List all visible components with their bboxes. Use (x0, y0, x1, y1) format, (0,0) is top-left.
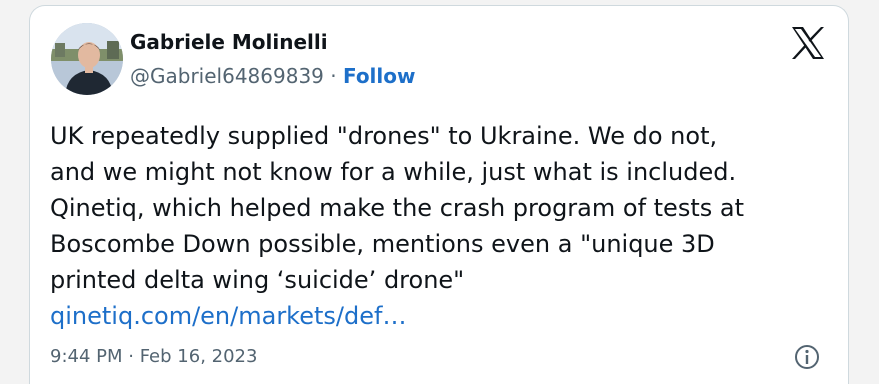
tweet-line: UK repeatedly supplied "drones" to Ukrai… (50, 122, 718, 150)
tweet-text: UK repeatedly supplied "drones" to Ukrai… (50, 118, 840, 334)
tweet-timestamp[interactable]: 9:44 PM · Feb 16, 2023 (50, 346, 257, 367)
separator-dot: · (330, 64, 337, 88)
follow-button[interactable]: Follow (343, 64, 416, 88)
author-name[interactable]: Gabriele Molinelli (130, 30, 328, 54)
x-logo-icon[interactable] (788, 23, 828, 63)
tweet-link[interactable]: qinetiq.com/en/markets/def… (50, 298, 840, 334)
tweet-line: printed delta wing ‘suicide’ drone" (50, 266, 465, 294)
tweet-line: and we might not know for a while, just … (50, 158, 737, 186)
avatar[interactable] (51, 23, 123, 95)
tweet-line: Qinetiq, which helped make the crash pro… (50, 194, 744, 222)
author-handle-row: @Gabriel64869839 · Follow (130, 64, 416, 88)
info-icon[interactable] (793, 343, 821, 371)
tweet-line: Boscombe Down possible, mentions even a … (50, 230, 715, 258)
avatar-photo (51, 23, 123, 95)
tweet-card: Gabriele Molinelli @Gabriel64869839 · Fo… (29, 5, 849, 384)
author-handle[interactable]: @Gabriel64869839 (130, 64, 324, 88)
